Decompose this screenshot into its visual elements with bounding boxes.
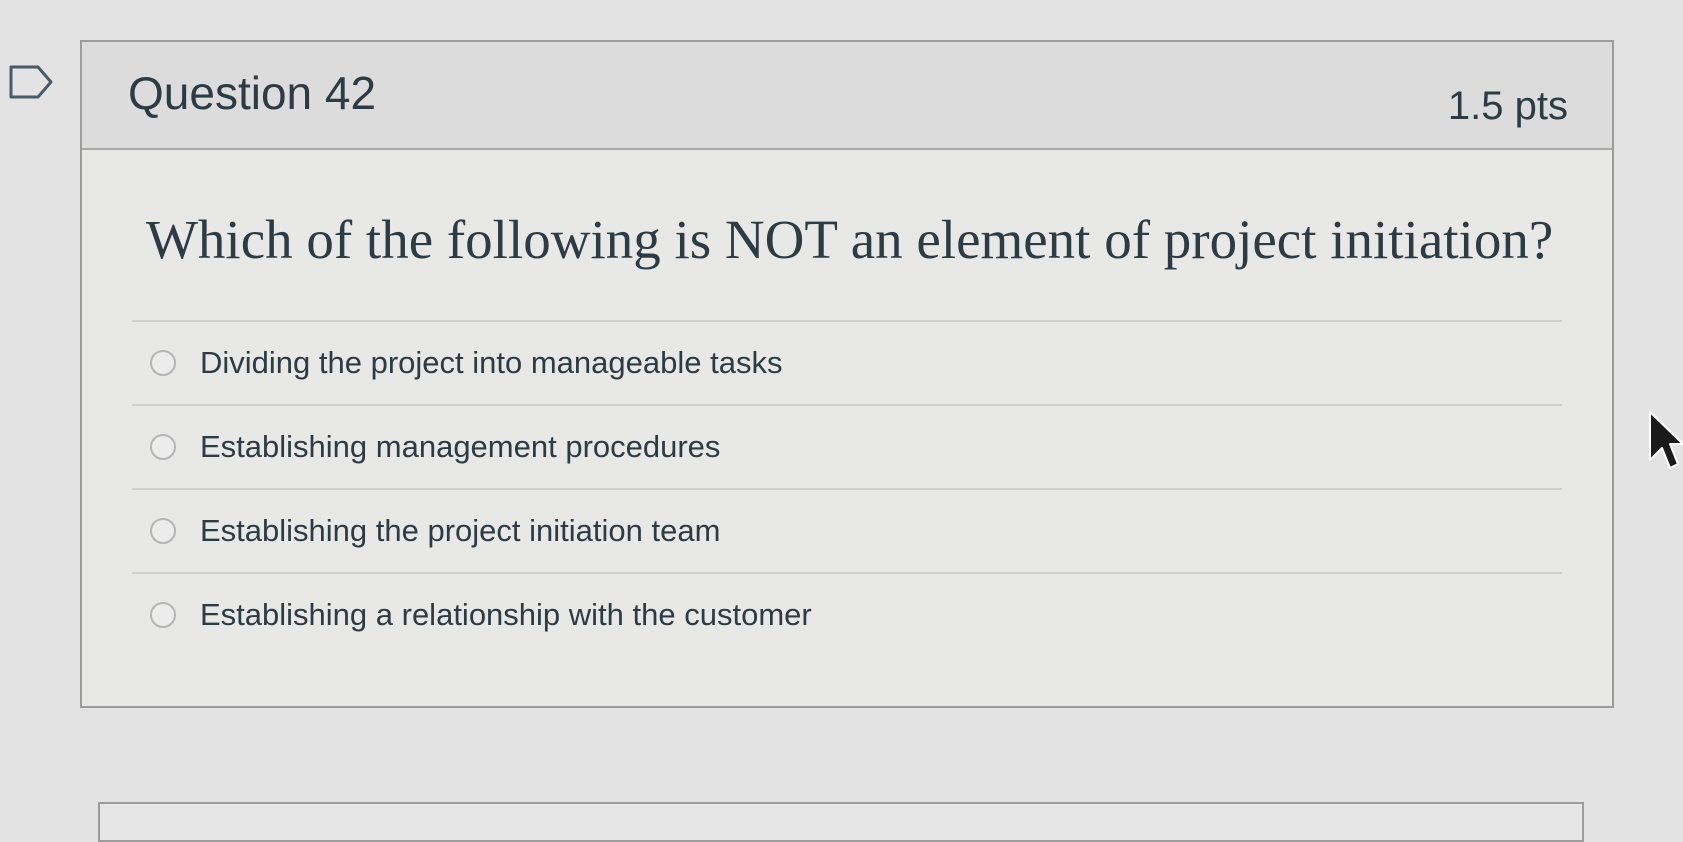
question-points: 1.5 pts [1447,84,1568,128]
answer-option-3[interactable]: Establishing the project initiation team [132,488,1562,572]
answer-label[interactable]: Dividing the project into manageable tas… [200,345,782,381]
question-card: Question 42 1.5 pts Which of the followi… [80,40,1614,708]
answer-label[interactable]: Establishing the project initiation team [200,513,720,549]
question-title: Question 42 [128,67,377,119]
radio-button[interactable] [150,602,176,628]
question-header: Question 42 1.5 pts [82,42,1612,150]
next-question-card [98,802,1584,842]
answer-list: Dividing the project into manageable tas… [132,320,1562,656]
answer-label[interactable]: Establishing management procedures [200,429,720,465]
radio-button[interactable] [150,434,176,460]
flag-question-icon[interactable] [8,64,54,100]
radio-button[interactable] [150,518,176,544]
answer-option-2[interactable]: Establishing management procedures [132,404,1562,488]
mouse-pointer-icon [1648,410,1683,474]
answer-option-1[interactable]: Dividing the project into manageable tas… [132,320,1562,404]
radio-button[interactable] [150,350,176,376]
question-text: Which of the following is NOT an element… [146,209,1554,270]
answer-label[interactable]: Establishing a relationship with the cus… [200,597,812,633]
answer-option-4[interactable]: Establishing a relationship with the cus… [132,572,1562,656]
